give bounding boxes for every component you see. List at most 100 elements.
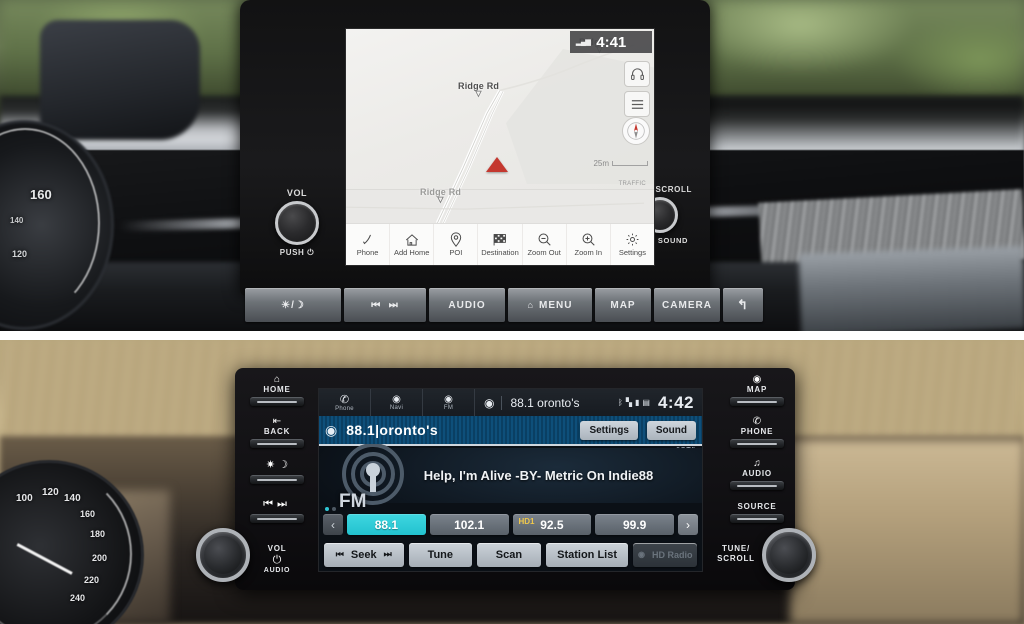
fm-radio-icon: ◉	[444, 394, 453, 405]
nav-button-settings[interactable]: Settings	[611, 224, 654, 265]
top-volume-knob-group[interactable]: VOL PUSH ⏻	[262, 188, 332, 258]
signal-icon: ▚	[625, 398, 632, 407]
status-tab-phone[interactable]: ✆ Phone	[319, 389, 371, 416]
audio-button[interactable]: AUDIO	[429, 288, 505, 322]
nav-button-zoom-in[interactable]: Zoom In	[567, 224, 611, 265]
source-button[interactable]: SOURCE	[723, 502, 791, 523]
checkered-flag-icon	[492, 232, 508, 247]
label-caret-icon: ▽	[475, 89, 482, 98]
gear-icon	[625, 232, 640, 247]
home-button[interactable]: ⌂ HOME	[243, 374, 311, 406]
fm-radio-icon: ◉	[484, 395, 495, 410]
preset-next-button[interactable]: ›	[678, 514, 698, 535]
top-nav-screen[interactable]: Ridge Rd ▽ Ridge Rd ▽ Ridge Rd ▽ ▂▄▆	[345, 28, 655, 266]
map-scale-indicator: 25m	[593, 159, 648, 168]
passenger-trim-right	[790, 440, 1024, 624]
headset-icon[interactable]	[624, 61, 650, 87]
sound-button[interactable]: Sound	[646, 420, 696, 440]
zoom-in-icon	[581, 232, 596, 247]
vehicle-position-arrow	[486, 157, 508, 172]
fm-radio-icon: ◉	[325, 421, 338, 438]
menu-button[interactable]: ⌂ MENU	[508, 288, 592, 322]
cluster-tick-160: 160	[80, 509, 96, 519]
preset-prev-button[interactable]: ‹	[323, 514, 343, 535]
back-arrow-icon: ↰	[737, 297, 749, 312]
home-key[interactable]	[250, 397, 304, 406]
track-skip-button[interactable]: ⏮ ⏭	[344, 288, 426, 322]
station-list-button[interactable]: Station List	[545, 542, 629, 567]
nav-button-zoom-out[interactable]: Zoom Out	[523, 224, 567, 265]
map-button-bottom[interactable]: ◉ MAP	[723, 374, 791, 406]
nav-button-phone[interactable]: Phone	[346, 224, 391, 265]
nav-button-poi[interactable]: POI	[434, 224, 479, 265]
back-key[interactable]	[250, 439, 304, 448]
tune-button[interactable]: Tune	[408, 542, 473, 567]
camera-label: CAMERA	[662, 299, 712, 311]
display-mode-button[interactable]: ✷ ☽	[243, 458, 311, 484]
source-key[interactable]	[730, 514, 784, 523]
nav-button-add-home[interactable]: Add Home	[390, 224, 435, 265]
camera-button[interactable]: CAMERA	[654, 288, 720, 322]
preset-button-2[interactable]: 102.1	[429, 514, 509, 535]
display-mode-key[interactable]	[250, 475, 304, 484]
status-tab-navi[interactable]: ◉ Navi	[371, 389, 423, 416]
preset-button-4[interactable]: 99.9	[595, 514, 674, 535]
home-icon	[404, 232, 420, 247]
preset-button-3[interactable]: HD1 92.5	[512, 514, 592, 535]
phone-button-bottom[interactable]: ✆ PHONE	[723, 416, 791, 448]
compass-icon[interactable]	[622, 117, 650, 145]
preset-button-1[interactable]: 88.1	[347, 514, 426, 535]
tab-label: FM	[443, 405, 454, 411]
back-label: BACK	[263, 427, 291, 436]
prev-next-track-icon: ⏮⏭	[263, 498, 291, 510]
back-button-bottom[interactable]: ⇤ BACK	[243, 416, 311, 448]
home-label: HOME	[263, 385, 291, 394]
traffic-status-label: TRAFFIC	[618, 181, 646, 187]
top-hard-button-bar[interactable]: ☀/☽ ⏮ ⏭ AUDIO ⌂ MENU MAP CAMERA ↰	[245, 288, 763, 322]
preset-row[interactable]: ‹ 88.1 102.1 HD1 92.5 99.9 ›	[319, 512, 702, 537]
audio-sublabel: AUDIO	[263, 567, 291, 574]
cluster-tick-160: 160	[30, 187, 52, 202]
station-list-label: Station List	[557, 548, 617, 561]
sim-icon: ▤	[642, 398, 650, 407]
scan-label: Scan	[495, 548, 523, 561]
navi-icon: ◉	[392, 394, 401, 405]
hd-radio-button[interactable]: ◉ HD Radio	[633, 542, 698, 567]
display-brightness-button[interactable]: ☀/☽	[245, 288, 341, 322]
map-canvas[interactable]: Ridge Rd ▽ Ridge Rd ▽ Ridge Rd ▽ ▂▄▆	[346, 29, 654, 223]
back-button[interactable]: ↰	[723, 288, 763, 322]
seek-button[interactable]: ⏮ Seek ⏭	[324, 542, 404, 567]
audio-button-bottom[interactable]: ♫ AUDIO	[723, 458, 791, 490]
nav-label: Destination	[481, 248, 519, 257]
volume-knob-bottom[interactable]	[196, 528, 250, 582]
push-power-label: PUSH ⏻	[279, 248, 315, 257]
bottom-audio-screen[interactable]: ✆ Phone ◉ Navi ◉ FM ◉ 88.1 oronto's ᛒ ▚ …	[318, 388, 703, 572]
home-icon: ⌂	[527, 300, 534, 310]
map-button[interactable]: MAP	[595, 288, 651, 322]
brightness-moon-icon: ✷ ☽	[265, 459, 289, 471]
preset-page-dots	[325, 507, 336, 511]
track-skip-button-bottom[interactable]: ⏮⏭	[243, 498, 311, 523]
status-tab-fm[interactable]: ◉ FM	[423, 389, 475, 416]
lower-dashboard-right	[798, 246, 1024, 331]
scan-button[interactable]: Scan	[477, 542, 541, 567]
phone-icon: ✆	[752, 416, 762, 427]
screenshot-root: 160 140 120 VOL PUSH ⏻ TUNE·SCROLL PUSH …	[0, 0, 1024, 624]
audio-key[interactable]	[730, 481, 784, 490]
status-now-playing[interactable]: ◉ 88.1 oronto's	[475, 395, 618, 410]
preset-label: 102.1	[454, 517, 485, 532]
track-skip-key[interactable]	[250, 514, 304, 523]
source-label: SOURCE	[737, 502, 777, 511]
phone-key[interactable]	[730, 439, 784, 448]
nav-button-destination[interactable]: Destination	[478, 224, 523, 265]
list-menu-icon[interactable]	[624, 91, 650, 117]
nav-toolbar[interactable]: Phone Add Home POI Destination Zoom Out …	[346, 223, 654, 265]
volume-knob[interactable]	[275, 201, 319, 245]
battery-icon: ▮	[635, 398, 640, 407]
function-button-row[interactable]: ⏮ Seek ⏭ Tune Scan Station List ◉ HD Rad…	[319, 541, 702, 568]
tune-scroll-label-bottom: TUNE/ SCROLL	[707, 544, 765, 564]
settings-button[interactable]: Settings	[580, 420, 638, 440]
nav-label: Add Home	[393, 248, 430, 257]
map-key[interactable]	[730, 397, 784, 406]
tune-scroll-knob-bottom[interactable]	[762, 528, 816, 582]
